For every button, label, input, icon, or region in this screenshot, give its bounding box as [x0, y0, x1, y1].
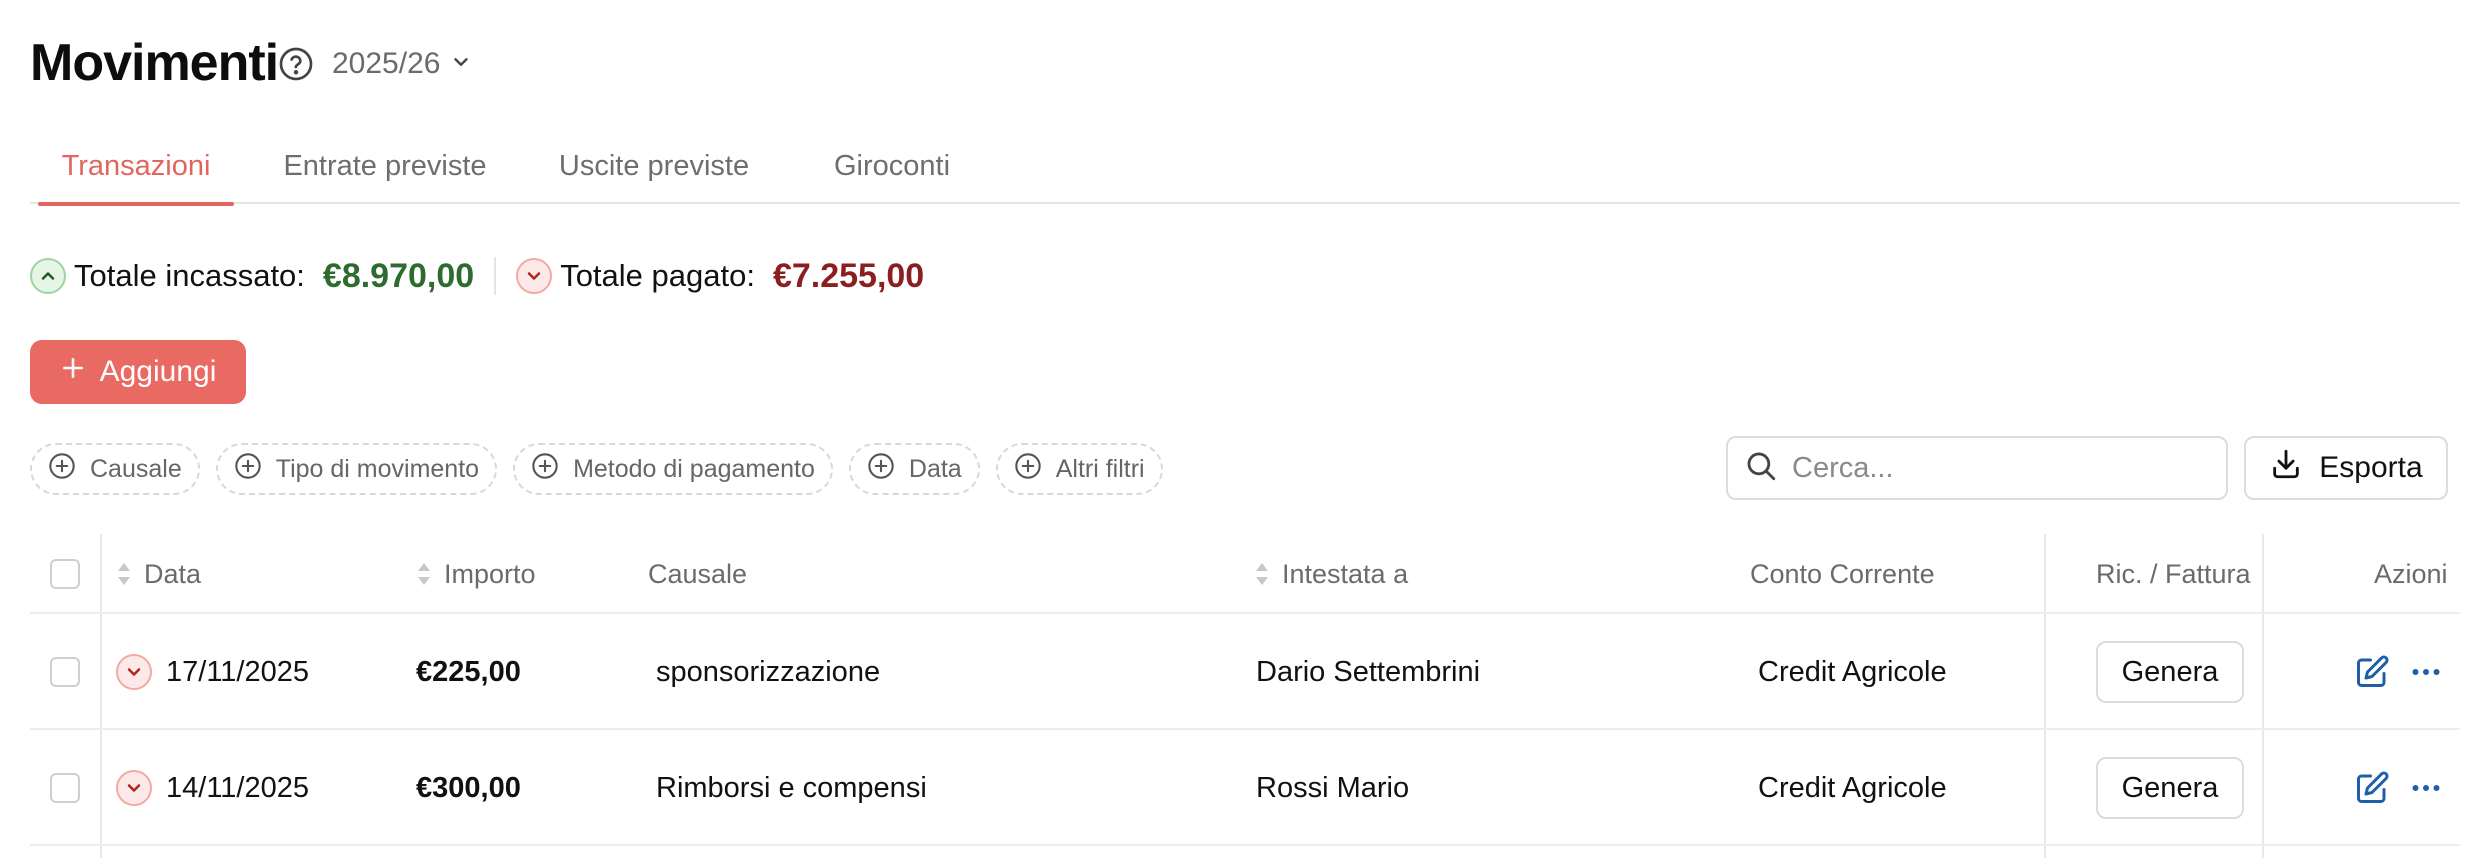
cell-ricevuta: Genera: [2096, 730, 2244, 846]
more-horizontal-icon[interactable]: [2406, 652, 2446, 692]
download-icon: [2269, 447, 2303, 489]
sort-icon: [1254, 560, 1270, 588]
header-ricevuta: Ric. / Fattura: [2096, 534, 2251, 614]
plus-circle-icon: [48, 452, 76, 487]
filter-label: Altri filtri: [1055, 454, 1145, 483]
add-button[interactable]: Aggiungi: [30, 340, 246, 404]
header-label: Causale: [648, 558, 748, 589]
cell-data: 17/11/2025: [116, 614, 309, 730]
filter-label: Causale: [90, 454, 182, 483]
filter-tipo-movimento[interactable]: Tipo di movimento: [215, 443, 498, 495]
header-label: Ric. / Fattura: [2096, 558, 2251, 589]
header-intestata[interactable]: Intestata a: [1254, 534, 1408, 614]
search-box: [1726, 436, 2228, 500]
header-causale: Causale: [648, 534, 747, 614]
plus-circle-icon: [234, 452, 262, 487]
cell-azioni: [2352, 614, 2446, 730]
header-importo[interactable]: Importo: [416, 534, 536, 614]
table-header: Data Importo Causale Intestata a Conto C…: [30, 534, 2460, 614]
filter-label: Metodo di pagamento: [573, 454, 815, 483]
filter-label: Tipo di movimento: [275, 454, 480, 483]
year-selector[interactable]: 2025/26: [332, 44, 472, 84]
cell-causale: sponsorizzazione: [656, 655, 881, 688]
row-select-cell: [50, 730, 80, 846]
help-circle-icon[interactable]: [278, 46, 314, 82]
tab-transazioni[interactable]: Transazioni: [38, 140, 234, 206]
select-all-checkbox[interactable]: [50, 559, 80, 589]
cell-importo: €300,00: [416, 771, 521, 804]
cell-causale: Rimborsi e compensi: [656, 771, 927, 804]
row-checkbox[interactable]: [50, 773, 80, 803]
header-label: Importo: [444, 558, 536, 589]
arrow-up-circle-icon: [30, 258, 66, 294]
genera-button[interactable]: Genera: [2096, 641, 2244, 703]
cell-intestata: Dario Settembrini: [1256, 655, 1481, 688]
sort-icon: [116, 560, 132, 588]
totals-divider: [494, 257, 497, 295]
edit-icon[interactable]: [2352, 652, 2392, 692]
export-button[interactable]: Esporta: [2244, 436, 2448, 500]
filter-causale[interactable]: Causale: [30, 443, 200, 495]
search-input[interactable]: [1792, 451, 2212, 485]
page-title: Movimenti: [30, 34, 279, 92]
filter-metodo-pagamento[interactable]: Metodo di pagamento: [513, 443, 833, 495]
add-button-label: Aggiungi: [99, 355, 217, 388]
header-label: Intestata a: [1282, 558, 1409, 589]
total-received-label: Totale incassato:: [74, 258, 305, 293]
row-select-cell: [50, 614, 80, 730]
year-selector-label: 2025/26: [332, 47, 441, 80]
tab-giroconti[interactable]: Giroconti: [830, 140, 954, 204]
select-all-cell: [50, 534, 80, 614]
filter-label: Data: [908, 454, 962, 483]
header-azioni: Azioni: [2374, 534, 2448, 614]
tab-bar: Transazioni Entrate previste Uscite prev…: [30, 140, 2460, 206]
cell-data-value: 14/11/2025: [166, 771, 309, 804]
tab-entrate-previste[interactable]: Entrate previste: [276, 140, 494, 204]
edit-icon[interactable]: [2352, 768, 2392, 808]
header-label: Azioni: [2374, 558, 2448, 589]
arrow-down-circle-icon: [116, 654, 152, 690]
header-data[interactable]: Data: [116, 534, 201, 614]
row-checkbox[interactable]: [50, 657, 80, 687]
header-label: Data: [144, 558, 202, 589]
cell-conto: Credit Agricole: [1758, 655, 1947, 688]
cell-conto: Credit Agricole: [1758, 771, 1947, 804]
total-received-value: €8.970,00: [322, 256, 475, 295]
cell-ricevuta: Genera: [2096, 614, 2244, 730]
plus-circle-icon: [531, 452, 559, 487]
cell-importo: €225,00: [416, 655, 521, 688]
genera-button[interactable]: Genera: [2096, 757, 2244, 819]
tab-uscite-previste[interactable]: Uscite previste: [552, 140, 756, 204]
total-paid-label: Totale pagato:: [560, 258, 755, 293]
total-paid-value: €7.255,00: [772, 256, 925, 295]
plus-circle-icon: [1014, 452, 1042, 487]
header-conto: Conto Corrente: [1750, 534, 1935, 614]
arrow-down-circle-icon: [116, 770, 152, 806]
totals-summary: Totale incassato: €8.970,00 Totale pagat…: [30, 252, 924, 300]
cell-data-value: 17/11/2025: [166, 655, 309, 688]
header-label: Conto Corrente: [1750, 558, 1935, 589]
transactions-table: Data Importo Causale Intestata a Conto C…: [30, 534, 2460, 858]
more-horizontal-icon[interactable]: [2406, 768, 2446, 808]
cell-data: 14/11/2025: [116, 730, 309, 846]
arrow-down-circle-icon: [516, 258, 553, 294]
chevron-down-icon: [450, 51, 472, 78]
filter-altri-filtri[interactable]: Altri filtri: [995, 443, 1163, 495]
cell-intestata: Rossi Mario: [1256, 771, 1410, 804]
search-icon: [1744, 449, 1778, 488]
cell-azioni: [2352, 730, 2446, 846]
filter-chips: Causale Tipo di movimento Metodo di paga…: [30, 443, 1163, 495]
table-row[interactable]: 17/11/2025 €225,00 sponsorizzazione Dari…: [30, 614, 2460, 730]
export-button-label: Esporta: [2319, 451, 2423, 484]
plus-icon: [60, 355, 86, 389]
filter-data[interactable]: Data: [848, 443, 980, 495]
sort-icon: [416, 560, 432, 588]
plus-circle-icon: [867, 452, 895, 487]
table-row[interactable]: 14/11/2025 €300,00 Rimborsi e compensi R…: [30, 730, 2460, 846]
